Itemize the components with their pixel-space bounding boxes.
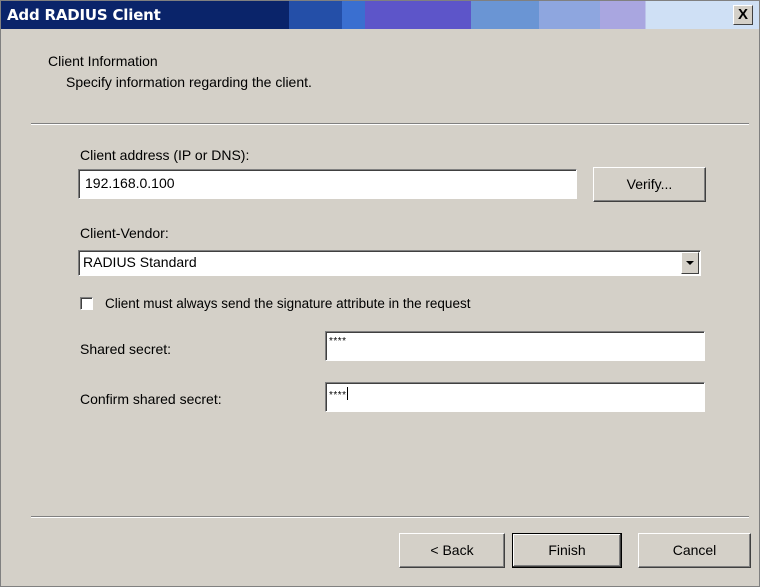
footer-divider [31,516,749,518]
header-divider [31,123,749,125]
client-vendor-value: RADIUS Standard [83,254,197,270]
finish-button[interactable]: Finish [512,533,622,568]
confirm-secret-value: **** [329,390,347,401]
client-vendor-label: Client-Vendor: [80,225,169,241]
confirm-shared-secret-label: Confirm shared secret: [80,391,222,407]
close-icon[interactable]: X [733,5,753,25]
signature-checkbox[interactable] [80,297,93,310]
signature-checkbox-label[interactable]: Client must always send the signature at… [105,296,470,311]
add-radius-client-dialog: Add RADIUS Client X Client Information S… [0,0,760,587]
client-address-input[interactable]: 192.168.0.100 [78,169,577,199]
confirm-shared-secret-input[interactable]: **** [325,382,705,412]
cancel-button[interactable]: Cancel [638,533,751,568]
text-cursor [346,387,348,400]
shared-secret-input[interactable]: **** [325,331,705,361]
chevron-down-icon[interactable] [681,252,699,274]
header-title: Client Information [48,53,158,69]
client-vendor-select[interactable]: RADIUS Standard [78,250,701,276]
verify-button[interactable]: Verify... [593,167,706,202]
title-bar[interactable]: Add RADIUS Client X [1,1,759,29]
client-address-label: Client address (IP or DNS): [80,147,250,163]
back-button[interactable]: < Back [399,533,505,568]
shared-secret-label: Shared secret: [80,341,172,357]
header-subtitle: Specify information regarding the client… [66,74,312,90]
dialog-title: Add RADIUS Client [7,6,161,24]
